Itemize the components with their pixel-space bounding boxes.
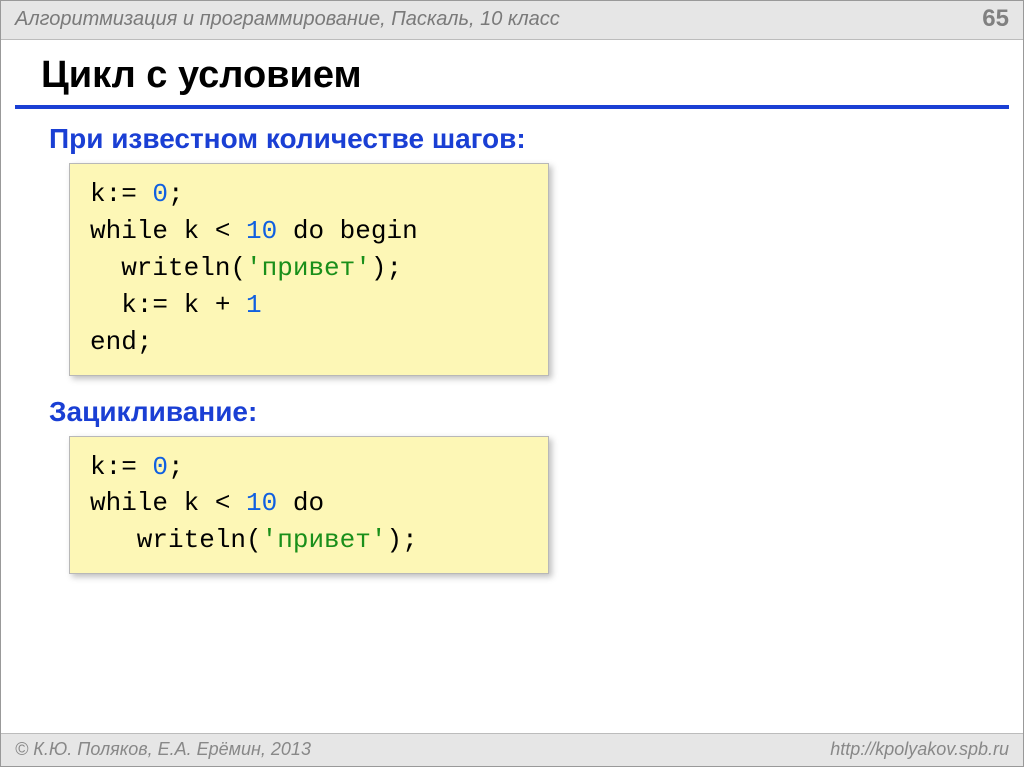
code-text: k:= <box>90 179 152 209</box>
code-text: while k < <box>90 488 246 518</box>
footer-url: http://kpolyakov.spb.ru <box>830 739 1009 760</box>
code-block-known-steps: k:= 0; while k < 10 do begin writeln('пр… <box>69 163 549 376</box>
slide-title: Цикл с условием <box>1 40 1023 105</box>
code-text: do <box>277 488 324 518</box>
code-number: 10 <box>246 216 277 246</box>
code-text: end; <box>90 327 152 357</box>
code-text: k:= <box>90 452 152 482</box>
code-text: do begin <box>277 216 417 246</box>
code-number: 10 <box>246 488 277 518</box>
code-text: ); <box>386 525 417 555</box>
code-number: 1 <box>246 290 262 320</box>
content: При известном количестве шагов: k:= 0; w… <box>1 109 1023 733</box>
slide: Алгоритмизация и программирование, Паска… <box>0 0 1024 767</box>
code-number: 0 <box>152 452 168 482</box>
code-text: k:= k + <box>90 290 246 320</box>
page-number: 65 <box>982 5 1009 33</box>
code-string: 'привет' <box>262 525 387 555</box>
subheading-known-steps: При известном количестве шагов: <box>49 123 983 155</box>
course-title: Алгоритмизация и программирование, Паска… <box>15 8 560 31</box>
code-text: writeln( <box>90 525 262 555</box>
code-text: while k < <box>90 216 246 246</box>
code-string: 'привет' <box>246 253 371 283</box>
copyright: © К.Ю. Поляков, Е.А. Ерёмин, 2013 <box>15 739 311 760</box>
footer-bar: © К.Ю. Поляков, Е.А. Ерёмин, 2013 http:/… <box>1 733 1023 766</box>
code-block-infinite-loop: k:= 0; while k < 10 do writeln('привет')… <box>69 436 549 575</box>
code-text: ); <box>371 253 402 283</box>
code-text: writeln( <box>90 253 246 283</box>
header-bar: Алгоритмизация и программирование, Паска… <box>1 1 1023 40</box>
code-text: ; <box>168 452 184 482</box>
subheading-infinite-loop: Зацикливание: <box>49 396 983 428</box>
code-number: 0 <box>152 179 168 209</box>
code-text: ; <box>168 179 184 209</box>
